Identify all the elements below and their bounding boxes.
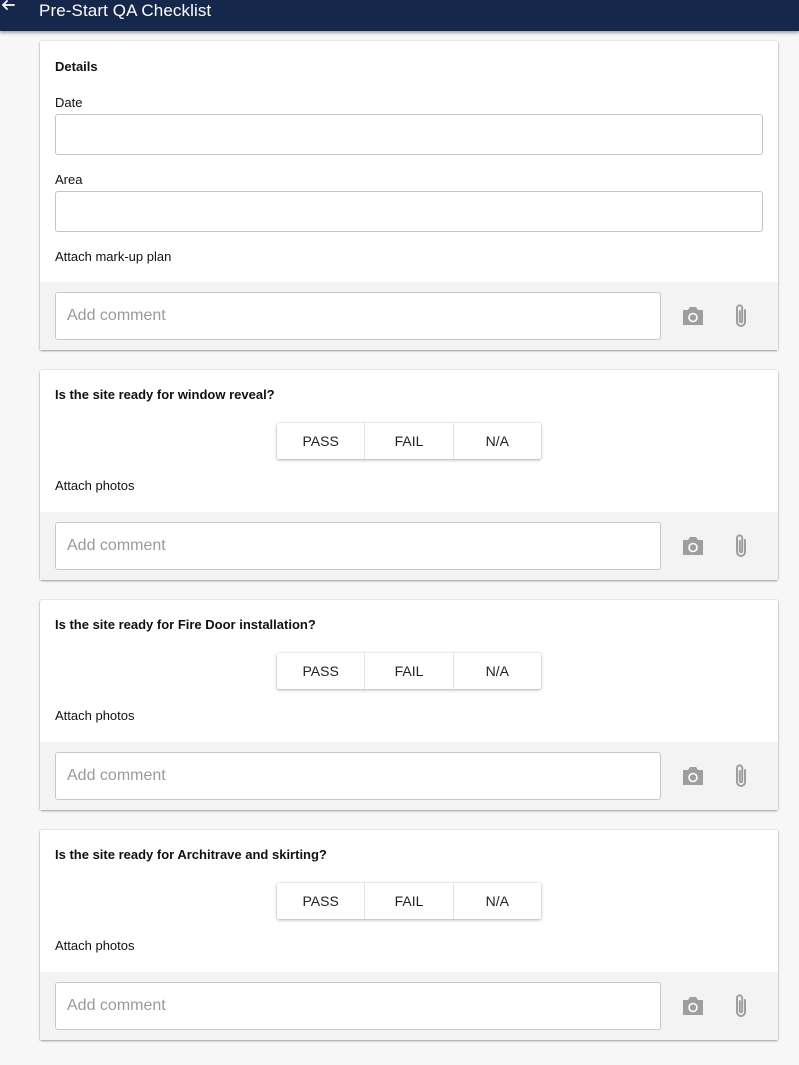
question-title: Is the site ready for window reveal? — [55, 387, 275, 402]
attach-markup-label[interactable]: Attach mark-up plan — [55, 249, 171, 264]
fail-button[interactable]: FAIL — [365, 423, 454, 459]
pass-fail-toggle: PASS FAIL N/A — [277, 883, 541, 919]
na-button[interactable]: N/A — [454, 653, 541, 689]
fail-button[interactable]: FAIL — [365, 653, 454, 689]
pass-button[interactable]: PASS — [277, 883, 366, 919]
comment-input[interactable] — [55, 292, 661, 340]
arrow-left-icon[interactable] — [0, 0, 18, 18]
pass-button[interactable]: PASS — [277, 423, 366, 459]
comment-bar — [40, 282, 778, 350]
question-title: Is the site ready for Fire Door installa… — [55, 617, 316, 632]
comment-input[interactable] — [55, 522, 661, 570]
camera-icon[interactable] — [681, 535, 705, 557]
attach-photos-label[interactable]: Attach photos — [55, 478, 135, 493]
pass-button[interactable]: PASS — [277, 653, 366, 689]
question-title: Is the site ready for Architrave and ski… — [55, 847, 327, 862]
paperclip-icon[interactable] — [731, 533, 751, 559]
page-title: Pre-Start QA Checklist — [39, 1, 212, 20]
na-button[interactable]: N/A — [454, 883, 541, 919]
question-card: Is the site ready for window reveal? PAS… — [40, 370, 778, 580]
area-field[interactable] — [55, 191, 763, 232]
paperclip-icon[interactable] — [731, 303, 751, 329]
camera-icon[interactable] — [681, 305, 705, 327]
comment-bar — [40, 512, 778, 580]
attach-photos-label[interactable]: Attach photos — [55, 708, 135, 723]
fail-button[interactable]: FAIL — [365, 883, 454, 919]
area-label: Area — [55, 172, 83, 187]
comment-bar — [40, 742, 778, 810]
comment-input[interactable] — [55, 752, 661, 800]
pass-fail-toggle: PASS FAIL N/A — [277, 423, 541, 459]
camera-icon[interactable] — [681, 995, 705, 1017]
date-label: Date — [55, 95, 83, 110]
paperclip-icon[interactable] — [731, 993, 751, 1019]
question-card: Is the site ready for Architrave and ski… — [40, 830, 778, 1040]
camera-icon[interactable] — [681, 765, 705, 787]
na-button[interactable]: N/A — [454, 423, 541, 459]
details-title: Details — [55, 59, 98, 74]
comment-bar — [40, 972, 778, 1040]
details-card: Details Date Area Attach mark-up plan — [40, 41, 778, 350]
app-header: Pre-Start QA Checklist — [0, 0, 799, 31]
question-card: Is the site ready for Fire Door installa… — [40, 600, 778, 810]
attach-photos-label[interactable]: Attach photos — [55, 938, 135, 953]
paperclip-icon[interactable] — [731, 763, 751, 789]
comment-input[interactable] — [55, 982, 661, 1030]
pass-fail-toggle: PASS FAIL N/A — [277, 653, 541, 689]
date-field[interactable] — [55, 114, 763, 155]
